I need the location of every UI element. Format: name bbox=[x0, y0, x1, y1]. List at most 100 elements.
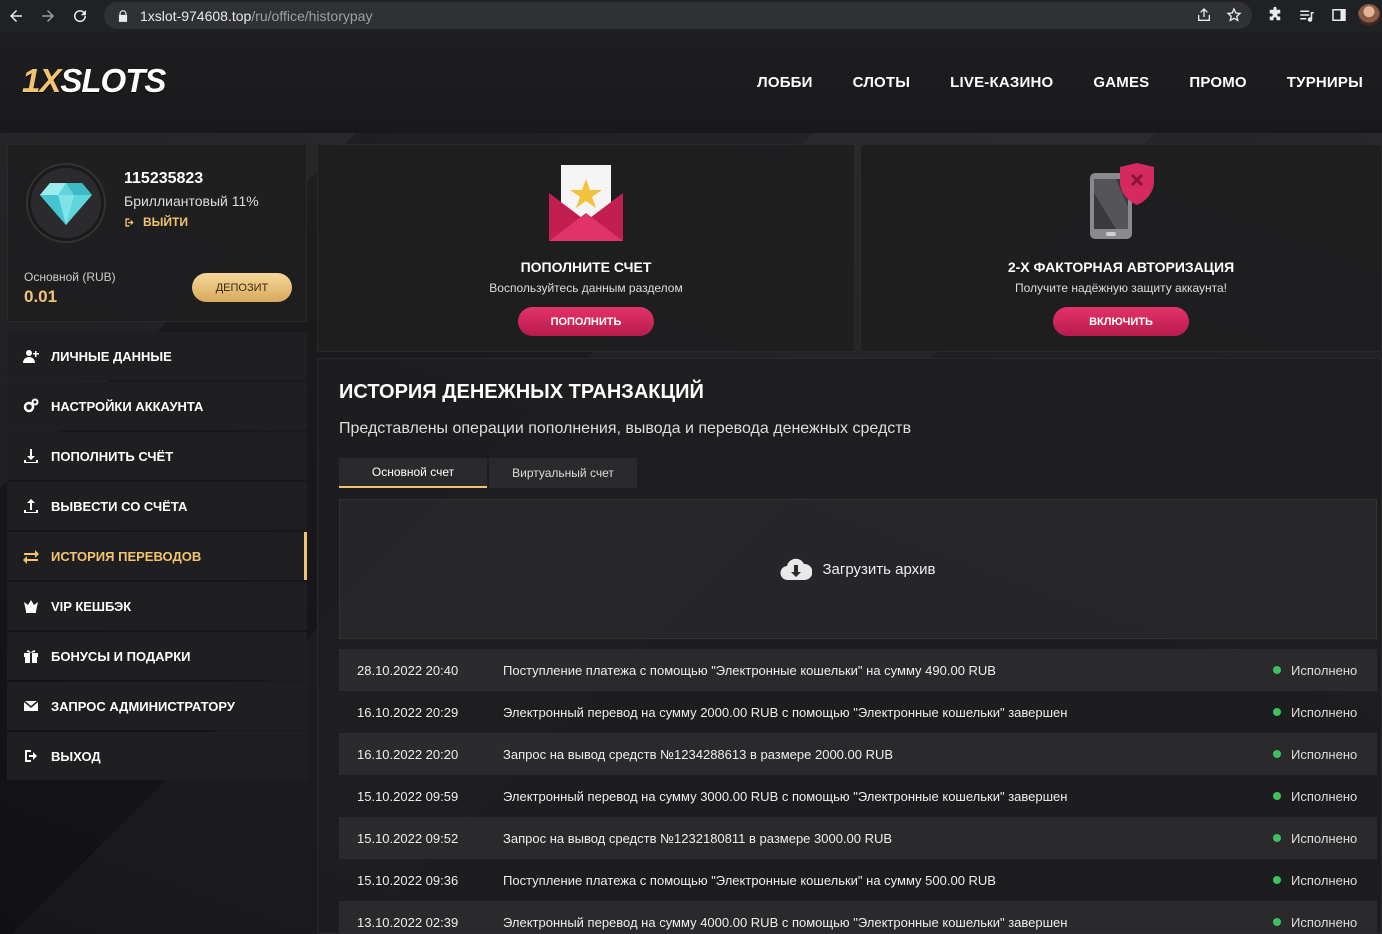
tx-description: Электронный перевод на сумму 3000.00 RUB… bbox=[503, 788, 1068, 804]
sidebar-item-admin-request[interactable]: ЗАПРОС АДМИНИСТРАТОРУ bbox=[7, 682, 307, 730]
table-row: 28.10.2022 20:40 Поступление платежа с п… bbox=[339, 649, 1377, 691]
profile-avatar[interactable] bbox=[1358, 4, 1380, 26]
envelope-icon bbox=[23, 700, 39, 711]
tx-date: 16.10.2022 20:20 bbox=[357, 746, 459, 762]
tab-virtual-account[interactable]: Виртуальный счет bbox=[489, 458, 637, 488]
status-dot bbox=[1273, 834, 1281, 842]
table-row: 15.10.2022 09:59 Электронный перевод на … bbox=[339, 775, 1377, 817]
status-dot bbox=[1273, 750, 1281, 758]
sidebar-item-personal-data[interactable]: ЛИЧНЫЕ ДАННЫЕ bbox=[7, 332, 307, 380]
back-button[interactable] bbox=[0, 0, 32, 32]
tx-description: Электронный перевод на сумму 4000.00 RUB… bbox=[503, 914, 1068, 930]
site-logo[interactable]: 1XSLOTS bbox=[22, 62, 166, 100]
page: 1XSLOTS ЛОББИ СЛОТЫ LIVE-КАЗИНО GAMES ПР… bbox=[0, 32, 1382, 934]
main-nav: ЛОББИ СЛОТЫ LIVE-КАЗИНО GAMES ПРОМО ТУРН… bbox=[757, 74, 1363, 91]
tx-status: Исполнено bbox=[1273, 831, 1377, 846]
deposit-button[interactable]: ДЕПОЗИТ bbox=[192, 273, 292, 302]
two-factor-promo-card: 2-Х ФАКТОРНАЯ АВТОРИЗАЦИЯ Получите надёж… bbox=[860, 144, 1382, 352]
account-tabs: Основной счет Виртуальный счет bbox=[339, 458, 637, 488]
nav-lobby[interactable]: ЛОББИ bbox=[757, 74, 813, 91]
user-add-icon bbox=[23, 350, 39, 363]
sidebar-item-label: ВЫВЕСТИ СО СЧЁТА bbox=[51, 498, 188, 514]
table-row: 13.10.2022 02:39 Электронный перевод на … bbox=[339, 901, 1377, 934]
sidebar-item-label: ПОПОЛНИТЬ СЧЁТ bbox=[51, 448, 174, 464]
tx-status: Исполнено bbox=[1273, 747, 1377, 762]
nav-live-casino[interactable]: LIVE-КАЗИНО bbox=[950, 74, 1053, 91]
transactions-table: 28.10.2022 20:40 Поступление платежа с п… bbox=[339, 649, 1377, 934]
sidebar-item-label: ИСТОРИЯ ПЕРЕВОДОВ bbox=[51, 548, 202, 564]
extension-puzzle[interactable] bbox=[1266, 6, 1284, 24]
profile-card: 115235823 Бриллиантовый 11% ВЫЙТИ Основн… bbox=[7, 144, 307, 322]
reload-icon bbox=[74, 10, 87, 23]
sidebar-item-label: ЗАПРОС АДМИНИСТРАТОРУ bbox=[51, 698, 235, 714]
sidebar-item-account-settings[interactable]: НАСТРОЙКИ АККАУНТА bbox=[7, 382, 307, 430]
share-icon[interactable] bbox=[1196, 7, 1212, 23]
two-factor-title: 2-Х ФАКТОРНАЯ АВТОРИЗАЦИЯ bbox=[1007, 259, 1235, 275]
tx-status: Исполнено bbox=[1273, 705, 1377, 720]
tx-date: 15.10.2022 09:36 bbox=[357, 872, 459, 888]
tab-main-account[interactable]: Основной счет bbox=[339, 458, 487, 488]
status-label: Исполнено bbox=[1291, 914, 1358, 930]
nav-tournaments[interactable]: ТУРНИРЫ bbox=[1287, 74, 1363, 91]
tx-status: Исполнено bbox=[1273, 789, 1377, 804]
lock-icon bbox=[118, 9, 128, 22]
sidebar-item-label: VIP КЕШБЭК bbox=[51, 598, 132, 614]
table-row: 15.10.2022 09:52 Запрос на вывод средств… bbox=[339, 817, 1377, 859]
tx-date: 13.10.2022 02:39 bbox=[357, 914, 459, 930]
nav-slots[interactable]: СЛОТЫ bbox=[853, 74, 911, 91]
tx-description: Запрос на вывод средств №1232180811 в ра… bbox=[503, 830, 893, 846]
tx-date: 15.10.2022 09:59 bbox=[357, 788, 459, 804]
deposit-promo-title: ПОПОЛНИТЕ СЧЕТ bbox=[520, 259, 652, 275]
sidebar-item-bonuses[interactable]: БОНУСЫ И ПОДАРКИ bbox=[7, 632, 307, 680]
upload-icon bbox=[24, 499, 38, 513]
forward-button[interactable] bbox=[32, 0, 64, 32]
rank-badge bbox=[28, 165, 104, 241]
sidebar-item-vip-cashback[interactable]: VIP КЕШБЭК bbox=[7, 582, 307, 630]
tx-date: 16.10.2022 20:29 bbox=[357, 704, 459, 720]
status-label: Исполнено bbox=[1291, 830, 1358, 846]
browser-toolbar: 1xslot-974608.top/ru/office/historypay bbox=[0, 0, 1382, 32]
diamond-icon bbox=[40, 183, 92, 225]
status-label: Исполнено bbox=[1291, 746, 1358, 762]
nav-promo[interactable]: ПРОМО bbox=[1189, 74, 1246, 91]
status-label: Исполнено bbox=[1291, 704, 1358, 720]
side-panel-toggle[interactable] bbox=[1330, 6, 1348, 24]
download-archive-button[interactable]: Загрузить архив bbox=[339, 499, 1377, 639]
user-rank: Бриллиантовый 11% bbox=[124, 193, 259, 209]
site-header: 1XSLOTS ЛОББИ СЛОТЫ LIVE-КАЗИНО GAMES ПР… bbox=[0, 32, 1382, 133]
exit-icon bbox=[25, 750, 37, 762]
transfer-icon bbox=[23, 550, 39, 564]
star-icon[interactable] bbox=[1226, 7, 1242, 23]
sidebar-item-label: ВЫХОД bbox=[51, 748, 101, 764]
sidebar-item-transfer-history[interactable]: ИСТОРИЯ ПЕРЕВОДОВ bbox=[7, 532, 307, 580]
playlist-icon bbox=[1300, 10, 1314, 22]
puzzle-icon bbox=[1269, 6, 1281, 21]
archive-label: Загрузить архив bbox=[822, 560, 936, 578]
tx-status: Исполнено bbox=[1273, 915, 1377, 930]
sidebar-item-exit[interactable]: ВЫХОД bbox=[7, 732, 307, 780]
status-label: Исполнено bbox=[1291, 872, 1358, 888]
top-up-button[interactable]: ПОПОЛНИТЬ bbox=[518, 307, 654, 336]
media-control[interactable] bbox=[1298, 6, 1316, 24]
page-title: ИСТОРИЯ ДЕНЕЖНЫХ ТРАНЗАКЦИЙ bbox=[339, 381, 704, 403]
tx-description: Поступление платежа с помощью "Электронн… bbox=[503, 872, 996, 888]
logo-rest: SLOTS bbox=[60, 62, 166, 99]
status-label: Исполнено bbox=[1291, 788, 1358, 804]
address-bar[interactable]: 1xslot-974608.top/ru/office/historypay bbox=[104, 2, 1252, 29]
status-dot bbox=[1273, 708, 1281, 716]
reload-button[interactable] bbox=[64, 0, 96, 32]
sidebar-item-deposit[interactable]: ПОПОЛНИТЬ СЧЁТ bbox=[7, 432, 307, 480]
status-label: Исполнено bbox=[1291, 662, 1358, 678]
logout-link[interactable]: ВЫЙТИ bbox=[124, 215, 188, 229]
cloud-download-icon bbox=[780, 558, 813, 581]
tx-date: 15.10.2022 09:52 bbox=[357, 830, 459, 846]
arrow-right-icon bbox=[42, 10, 54, 22]
table-row: 15.10.2022 09:36 Поступление платежа с п… bbox=[339, 859, 1377, 901]
tx-description: Запрос на вывод средств №1234288613 в ра… bbox=[503, 746, 894, 762]
nav-games[interactable]: GAMES bbox=[1093, 74, 1149, 91]
sidebar-item-withdraw[interactable]: ВЫВЕСТИ СО СЧЁТА bbox=[7, 482, 307, 530]
exit-icon bbox=[125, 217, 134, 227]
transaction-history-panel: ИСТОРИЯ ДЕНЕЖНЫХ ТРАНЗАКЦИЙ Представлены… bbox=[317, 358, 1382, 934]
deposit-promo-card: ПОПОЛНИТЕ СЧЕТ Воспользуйтесь данным раз… bbox=[317, 144, 855, 352]
enable-2fa-button[interactable]: ВКЛЮЧИТЬ bbox=[1053, 307, 1189, 336]
